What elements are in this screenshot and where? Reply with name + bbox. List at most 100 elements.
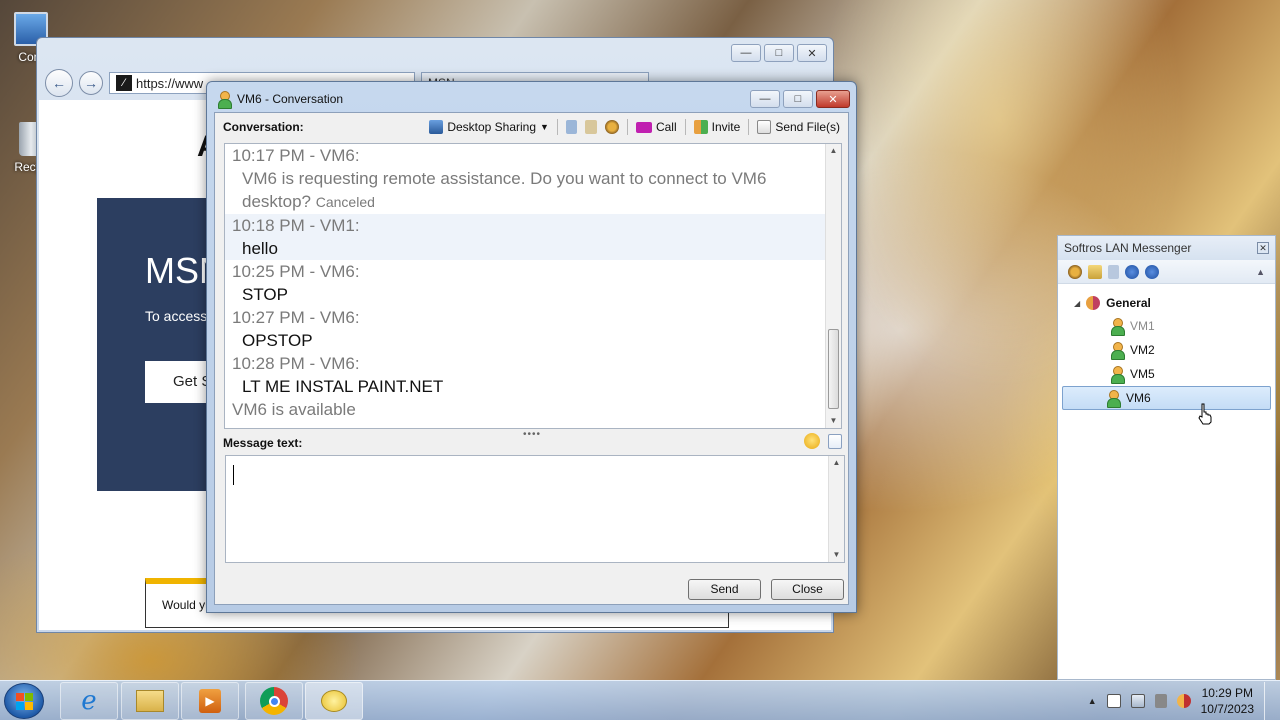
- contact-vm5[interactable]: VM5: [1062, 362, 1271, 386]
- messenger-toolbar: ▲: [1058, 260, 1275, 284]
- message-scrollbar[interactable]: ▲ ▼: [828, 456, 844, 562]
- presence-status-line: VM6 is available: [232, 400, 356, 419]
- settings-gear-icon[interactable]: [604, 120, 619, 134]
- media-player-icon: ▶: [199, 689, 221, 713]
- internet-explorer-icon: e: [81, 686, 97, 716]
- contact-name: VM2: [1130, 343, 1155, 357]
- scroll-down-arrow-icon[interactable]: ▼: [826, 414, 841, 428]
- message-header: 10:18 PM - VM1:: [232, 216, 360, 235]
- help-icon[interactable]: [1125, 264, 1139, 279]
- text-caret: [233, 465, 234, 485]
- forward-arrow-icon: →: [84, 75, 98, 91]
- message-entry: 10:17 PM - VM6: VM6 is requesting remote…: [225, 144, 825, 214]
- user-icon: [1110, 318, 1125, 336]
- desktop-sharing-button[interactable]: Desktop Sharing ▼: [429, 120, 549, 134]
- info-icon[interactable]: [1145, 264, 1159, 279]
- call-button[interactable]: Call: [635, 120, 677, 134]
- taskbar-internet-explorer[interactable]: e: [60, 682, 118, 720]
- contact-vm2[interactable]: VM2: [1062, 338, 1271, 362]
- conversation-window: VM6 - Conversation — □ ✕ Conversation: D…: [206, 81, 857, 613]
- settings-gear-icon[interactable]: [1068, 264, 1082, 279]
- windows-logo-icon: [15, 692, 33, 710]
- scroll-up-arrow-icon[interactable]: ▲: [826, 144, 841, 158]
- volume-icon[interactable]: [1154, 694, 1167, 708]
- send-files-button[interactable]: Send File(s): [757, 120, 840, 134]
- message-text: STOP: [242, 285, 288, 304]
- close-window-button[interactable]: ✕: [816, 90, 850, 108]
- minimize-button[interactable]: —: [731, 44, 761, 62]
- message-header: 10:17 PM - VM6:: [232, 146, 360, 165]
- message-entry: 10:25 PM - VM6: STOP: [225, 260, 825, 306]
- send-button[interactable]: Send: [688, 579, 761, 600]
- history-icon[interactable]: [565, 120, 577, 134]
- message-header: 10:25 PM - VM6:: [232, 262, 360, 281]
- message-tools: [804, 433, 842, 449]
- collapse-toolbar-icon[interactable]: ▲: [1256, 267, 1265, 277]
- message-text: hello: [242, 239, 278, 258]
- network-icon[interactable]: [1130, 694, 1145, 708]
- scroll-up-arrow-icon[interactable]: ▲: [829, 456, 844, 470]
- taskbar-media-player[interactable]: ▶: [181, 682, 239, 720]
- message-header: 10:28 PM - VM6:: [232, 354, 360, 373]
- close-button[interactable]: ✕: [797, 44, 827, 62]
- expand-triangle-icon[interactable]: ◢: [1074, 299, 1080, 308]
- taskbar-chrome[interactable]: [245, 682, 303, 720]
- message-text: VM6 is requesting remote assistance. Do …: [225, 167, 825, 214]
- contact-name: VM6: [1126, 391, 1151, 405]
- close-icon[interactable]: ✕: [1257, 242, 1269, 254]
- cookie-text: Would y: [162, 598, 206, 612]
- conversation-label: Conversation:: [223, 120, 304, 134]
- splitter-grip[interactable]: ••••: [523, 429, 541, 440]
- message-entry: 10:27 PM - VM6: OPSTOP: [225, 306, 825, 352]
- message-list: 10:17 PM - VM6: VM6 is requesting remote…: [225, 144, 825, 421]
- user-icon: [1106, 390, 1121, 408]
- log-scrollbar[interactable]: ▲ ▼: [825, 144, 841, 428]
- message-text: OPSTOP: [242, 331, 313, 350]
- conversation-log[interactable]: 10:17 PM - VM6: VM6 is requesting remote…: [224, 143, 842, 429]
- invite-button[interactable]: Invite: [693, 120, 740, 134]
- conversation-window-controls: — □ ✕: [750, 90, 850, 108]
- show-desktop-button[interactable]: [1264, 682, 1274, 720]
- start-button[interactable]: [4, 683, 44, 719]
- contact-info-icon[interactable]: [584, 120, 597, 134]
- messenger-tray-icon[interactable]: [1176, 694, 1191, 708]
- taskbar-softros-messenger[interactable]: [305, 682, 363, 720]
- system-clock[interactable]: 10:29 PM 10/7/2023: [1201, 685, 1254, 717]
- show-hidden-icons-icon[interactable]: ▲: [1088, 696, 1097, 706]
- maximize-button[interactable]: □: [764, 44, 794, 62]
- minimize-button[interactable]: —: [750, 90, 780, 108]
- contact-vm6[interactable]: VM6: [1062, 386, 1271, 410]
- clock-time: 10:29 PM: [1201, 686, 1253, 700]
- open-folder-icon[interactable]: [1088, 264, 1102, 279]
- group-users-icon: [1086, 296, 1101, 310]
- conversation-toolbar: Conversation: Desktop Sharing ▼ Call Inv…: [215, 113, 848, 141]
- toolbar-separator: [684, 119, 686, 135]
- group-general[interactable]: ◢ General: [1058, 292, 1275, 314]
- window-title: VM6 - Conversation: [237, 92, 344, 106]
- hand-cursor-icon: [1198, 403, 1212, 425]
- scroll-down-arrow-icon[interactable]: ▼: [829, 548, 844, 562]
- folder-icon: [136, 690, 164, 712]
- format-text-icon[interactable]: [828, 433, 842, 449]
- message-input[interactable]: ▲ ▼: [225, 455, 845, 563]
- user-icon: [1110, 366, 1125, 384]
- contact-vm1[interactable]: VM1: [1062, 314, 1271, 338]
- scrollbar-thumb[interactable]: [828, 329, 839, 409]
- toolbar-separator: [556, 119, 558, 135]
- forward-button[interactable]: →: [79, 71, 103, 95]
- messenger-titlebar: Softros LAN Messenger ✕: [1058, 236, 1275, 260]
- maximize-button[interactable]: □: [783, 90, 813, 108]
- conversation-titlebar: VM6 - Conversation: [217, 91, 344, 109]
- history-icon[interactable]: [1108, 264, 1119, 279]
- chat-bubble-icon: [321, 690, 347, 712]
- close-button[interactable]: Close: [771, 579, 844, 600]
- hero-subtitle: To access l: [145, 308, 215, 324]
- action-center-flag-icon[interactable]: [1106, 694, 1121, 708]
- contact-name: VM1: [1130, 319, 1155, 333]
- back-button[interactable]: ←: [45, 69, 73, 97]
- emoticon-icon[interactable]: [804, 433, 820, 449]
- message-entry: 10:18 PM - VM1: hello: [225, 214, 825, 260]
- message-text: LT ME INSTAL PAINT.NET: [242, 377, 444, 396]
- taskbar-file-explorer[interactable]: [121, 682, 179, 720]
- call-label: Call: [655, 120, 677, 134]
